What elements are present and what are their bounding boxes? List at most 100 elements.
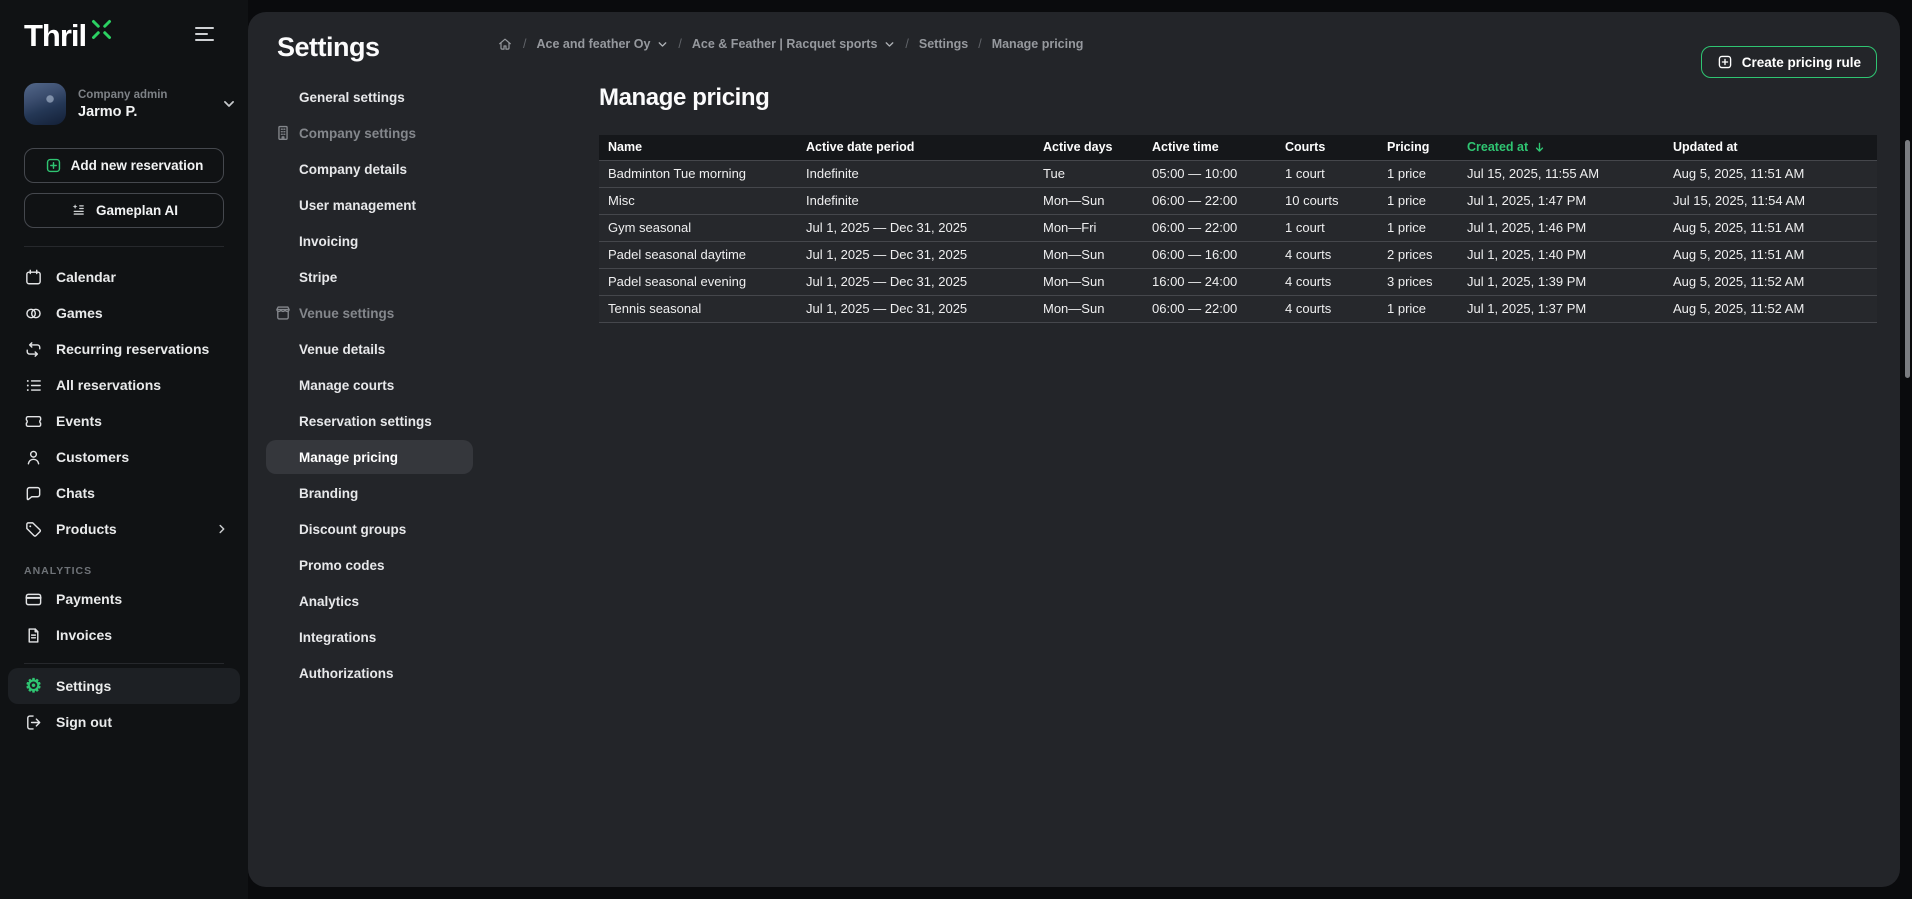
- settings-nav-item-integrations[interactable]: Integrations: [277, 619, 487, 655]
- col-header-created-at[interactable]: Created at: [1458, 135, 1664, 160]
- cell-created: Jul 15, 2025, 11:55 AM: [1458, 159, 1664, 187]
- sidebar-item-invoices[interactable]: Invoices: [0, 617, 248, 653]
- pricing-rule-row[interactable]: Gym seasonal Jul 1, 2025 — Dec 31, 2025 Mo…: [599, 213, 1877, 241]
- settings-nav-item-discount-groups[interactable]: Discount groups: [277, 511, 487, 547]
- settings-nav-item-general-settings[interactable]: General settings: [277, 79, 487, 115]
- settings-nav-item-authorizations[interactable]: Authorizations: [277, 655, 487, 691]
- list-icon: [24, 376, 43, 395]
- cell-days: Mon—Sun: [1034, 294, 1143, 323]
- settings-nav-item-invoicing[interactable]: Invoicing: [277, 223, 487, 259]
- settings-nav-item-label: Venue details: [299, 341, 386, 357]
- create-pricing-rule-button[interactable]: Create pricing rule: [1700, 46, 1877, 78]
- pricing-rule-row[interactable]: Padel seasonal evening Jul 1, 2025 — Dec …: [599, 267, 1877, 295]
- cell-name: Badminton Tue morning: [599, 159, 797, 187]
- col-header-updated-at[interactable]: Updated at: [1664, 135, 1877, 160]
- cell-days: Mon—Sun: [1034, 267, 1143, 295]
- pricing-rule-row[interactable]: Misc Indefinite Mon—Sun 06:00 — 22:00 10 cou…: [599, 186, 1877, 214]
- sidebar-item-games[interactable]: Games: [0, 295, 248, 331]
- col-header-active-date-period[interactable]: Active date period: [797, 135, 1034, 160]
- menu-toggle-icon[interactable]: [195, 27, 214, 45]
- col-header-active-time[interactable]: Active time: [1143, 135, 1276, 160]
- cell-created: Jul 1, 2025, 1:47 PM: [1458, 186, 1664, 214]
- divider: [24, 246, 224, 247]
- sidebar-item-settings[interactable]: ⚙ Settings: [8, 668, 240, 704]
- settings-nav-item-label: Authorizations: [299, 665, 394, 681]
- cell-updated: Aug 5, 2025, 11:52 AM: [1664, 294, 1877, 323]
- cell-days: Mon—Fri: [1034, 213, 1143, 241]
- pricing-rule-row[interactable]: Badminton Tue morning Indefinite Tue 05:00 …: [599, 159, 1877, 187]
- sidebar-item-customers[interactable]: Customers: [0, 439, 248, 475]
- chevron-down-icon: [657, 39, 668, 50]
- sidebar: Thril Company admin Jarmo P. Add new res…: [0, 0, 248, 899]
- settings-nav-item-venue-settings: Venue settings: [277, 295, 487, 331]
- settings-nav-item-company-settings: Company settings: [277, 115, 487, 151]
- settings-nav-item-label: Company details: [299, 161, 408, 177]
- cell-pricing: 1 price: [1378, 213, 1458, 241]
- sidebar-item-all-reservations[interactable]: All reservations: [0, 367, 248, 403]
- cell-name: Padel seasonal daytime: [599, 240, 797, 268]
- settings-nav-item-branding[interactable]: Branding: [277, 475, 487, 511]
- cell-period: Indefinite: [797, 186, 1034, 214]
- sidebar-analytics-nav: Payments Invoices: [0, 581, 248, 653]
- settings-nav-item-manage-courts[interactable]: Manage courts: [277, 367, 487, 403]
- breadcrumb-settings[interactable]: Settings: [919, 37, 968, 51]
- square-plus-icon: [1717, 54, 1733, 70]
- settings-nav-item-label: Manage pricing: [299, 449, 399, 465]
- sidebar-item-chats[interactable]: Chats: [0, 475, 248, 511]
- avatar: [24, 83, 66, 125]
- cell-pricing: 3 prices: [1378, 267, 1458, 295]
- col-header-courts[interactable]: Courts: [1276, 135, 1378, 160]
- chevron-down-icon: [222, 97, 236, 111]
- settings-nav-item-user-management[interactable]: User management: [277, 187, 487, 223]
- chevron-right-icon: [216, 523, 228, 535]
- cell-name: Tennis seasonal: [599, 294, 797, 323]
- account-switcher[interactable]: Company admin Jarmo P.: [24, 82, 236, 126]
- settings-nav-item-stripe[interactable]: Stripe: [277, 259, 487, 295]
- gameplan-label: Gameplan AI: [95, 203, 179, 218]
- sidebar-item-calendar[interactable]: Calendar: [0, 259, 248, 295]
- settings-nav-item-venue-details[interactable]: Venue details: [277, 331, 487, 367]
- settings-nav-item-label: Integrations: [299, 629, 377, 645]
- cell-created: Jul 1, 2025, 1:40 PM: [1458, 240, 1664, 268]
- settings-nav-item-label: General settings: [299, 89, 405, 105]
- settings-nav-item-reservation-settings[interactable]: Reservation settings: [277, 403, 487, 439]
- cell-courts: 1 court: [1276, 159, 1378, 187]
- sidebar-item-events[interactable]: Events: [0, 403, 248, 439]
- settings-nav-item-label: Invoicing: [299, 233, 359, 249]
- credit-card-icon: [24, 590, 43, 609]
- col-header-name[interactable]: Name: [599, 135, 797, 160]
- sidebar-item-products[interactable]: Products: [0, 511, 248, 547]
- settings-nav-item-company-details[interactable]: Company details: [277, 151, 487, 187]
- breadcrumb-manage-pricing[interactable]: Manage pricing: [992, 37, 1084, 51]
- col-header-pricing[interactable]: Pricing: [1378, 135, 1458, 160]
- cell-pricing: 1 price: [1378, 294, 1458, 323]
- sidebar-item-payments[interactable]: Payments: [0, 581, 248, 617]
- cell-time: 16:00 — 24:00: [1143, 267, 1276, 295]
- square-plus-icon: [45, 157, 62, 174]
- cell-period: Jul 1, 2025 — Dec 31, 2025: [797, 240, 1034, 268]
- settings-nav-item-manage-pricing[interactable]: Manage pricing: [266, 440, 473, 474]
- person-icon: [24, 448, 43, 467]
- sidebar-item-sign-out[interactable]: Sign out: [0, 704, 248, 740]
- settings-nav-item-promo-codes[interactable]: Promo codes: [277, 547, 487, 583]
- scrollbar-thumb[interactable]: [1905, 140, 1910, 378]
- page-title: Manage pricing: [599, 84, 770, 111]
- add-new-reservation-button[interactable]: Add new reservation: [24, 148, 224, 183]
- breadcrumb-company[interactable]: Ace and feather Oy: [536, 37, 668, 51]
- gameplan-ai-button[interactable]: Gameplan AI: [24, 193, 224, 228]
- settings-nav-item-label: Manage courts: [299, 377, 395, 393]
- sort-desc-icon: [1533, 141, 1546, 154]
- col-header-active-days[interactable]: Active days: [1034, 135, 1143, 160]
- cell-courts: 4 courts: [1276, 267, 1378, 295]
- pricing-rule-row[interactable]: Tennis seasonal Jul 1, 2025 — Dec 31, 202…: [599, 294, 1877, 323]
- main-panel: Settings General settings Company setting…: [248, 12, 1900, 887]
- cell-courts: 10 courts: [1276, 186, 1378, 214]
- company-icon: [274, 124, 292, 142]
- home-icon[interactable]: [497, 36, 513, 52]
- breadcrumb: / Ace and feather Oy / Ace & Feather | R…: [497, 36, 1083, 52]
- settings-nav-item-analytics[interactable]: Analytics: [277, 583, 487, 619]
- sidebar-item-recurring-reservations[interactable]: Recurring reservations: [0, 331, 248, 367]
- cell-time: 06:00 — 22:00: [1143, 294, 1276, 323]
- breadcrumb-venue[interactable]: Ace & Feather | Racquet sports: [692, 37, 896, 51]
- pricing-rule-row[interactable]: Padel seasonal daytime Jul 1, 2025 — Dec …: [599, 240, 1877, 268]
